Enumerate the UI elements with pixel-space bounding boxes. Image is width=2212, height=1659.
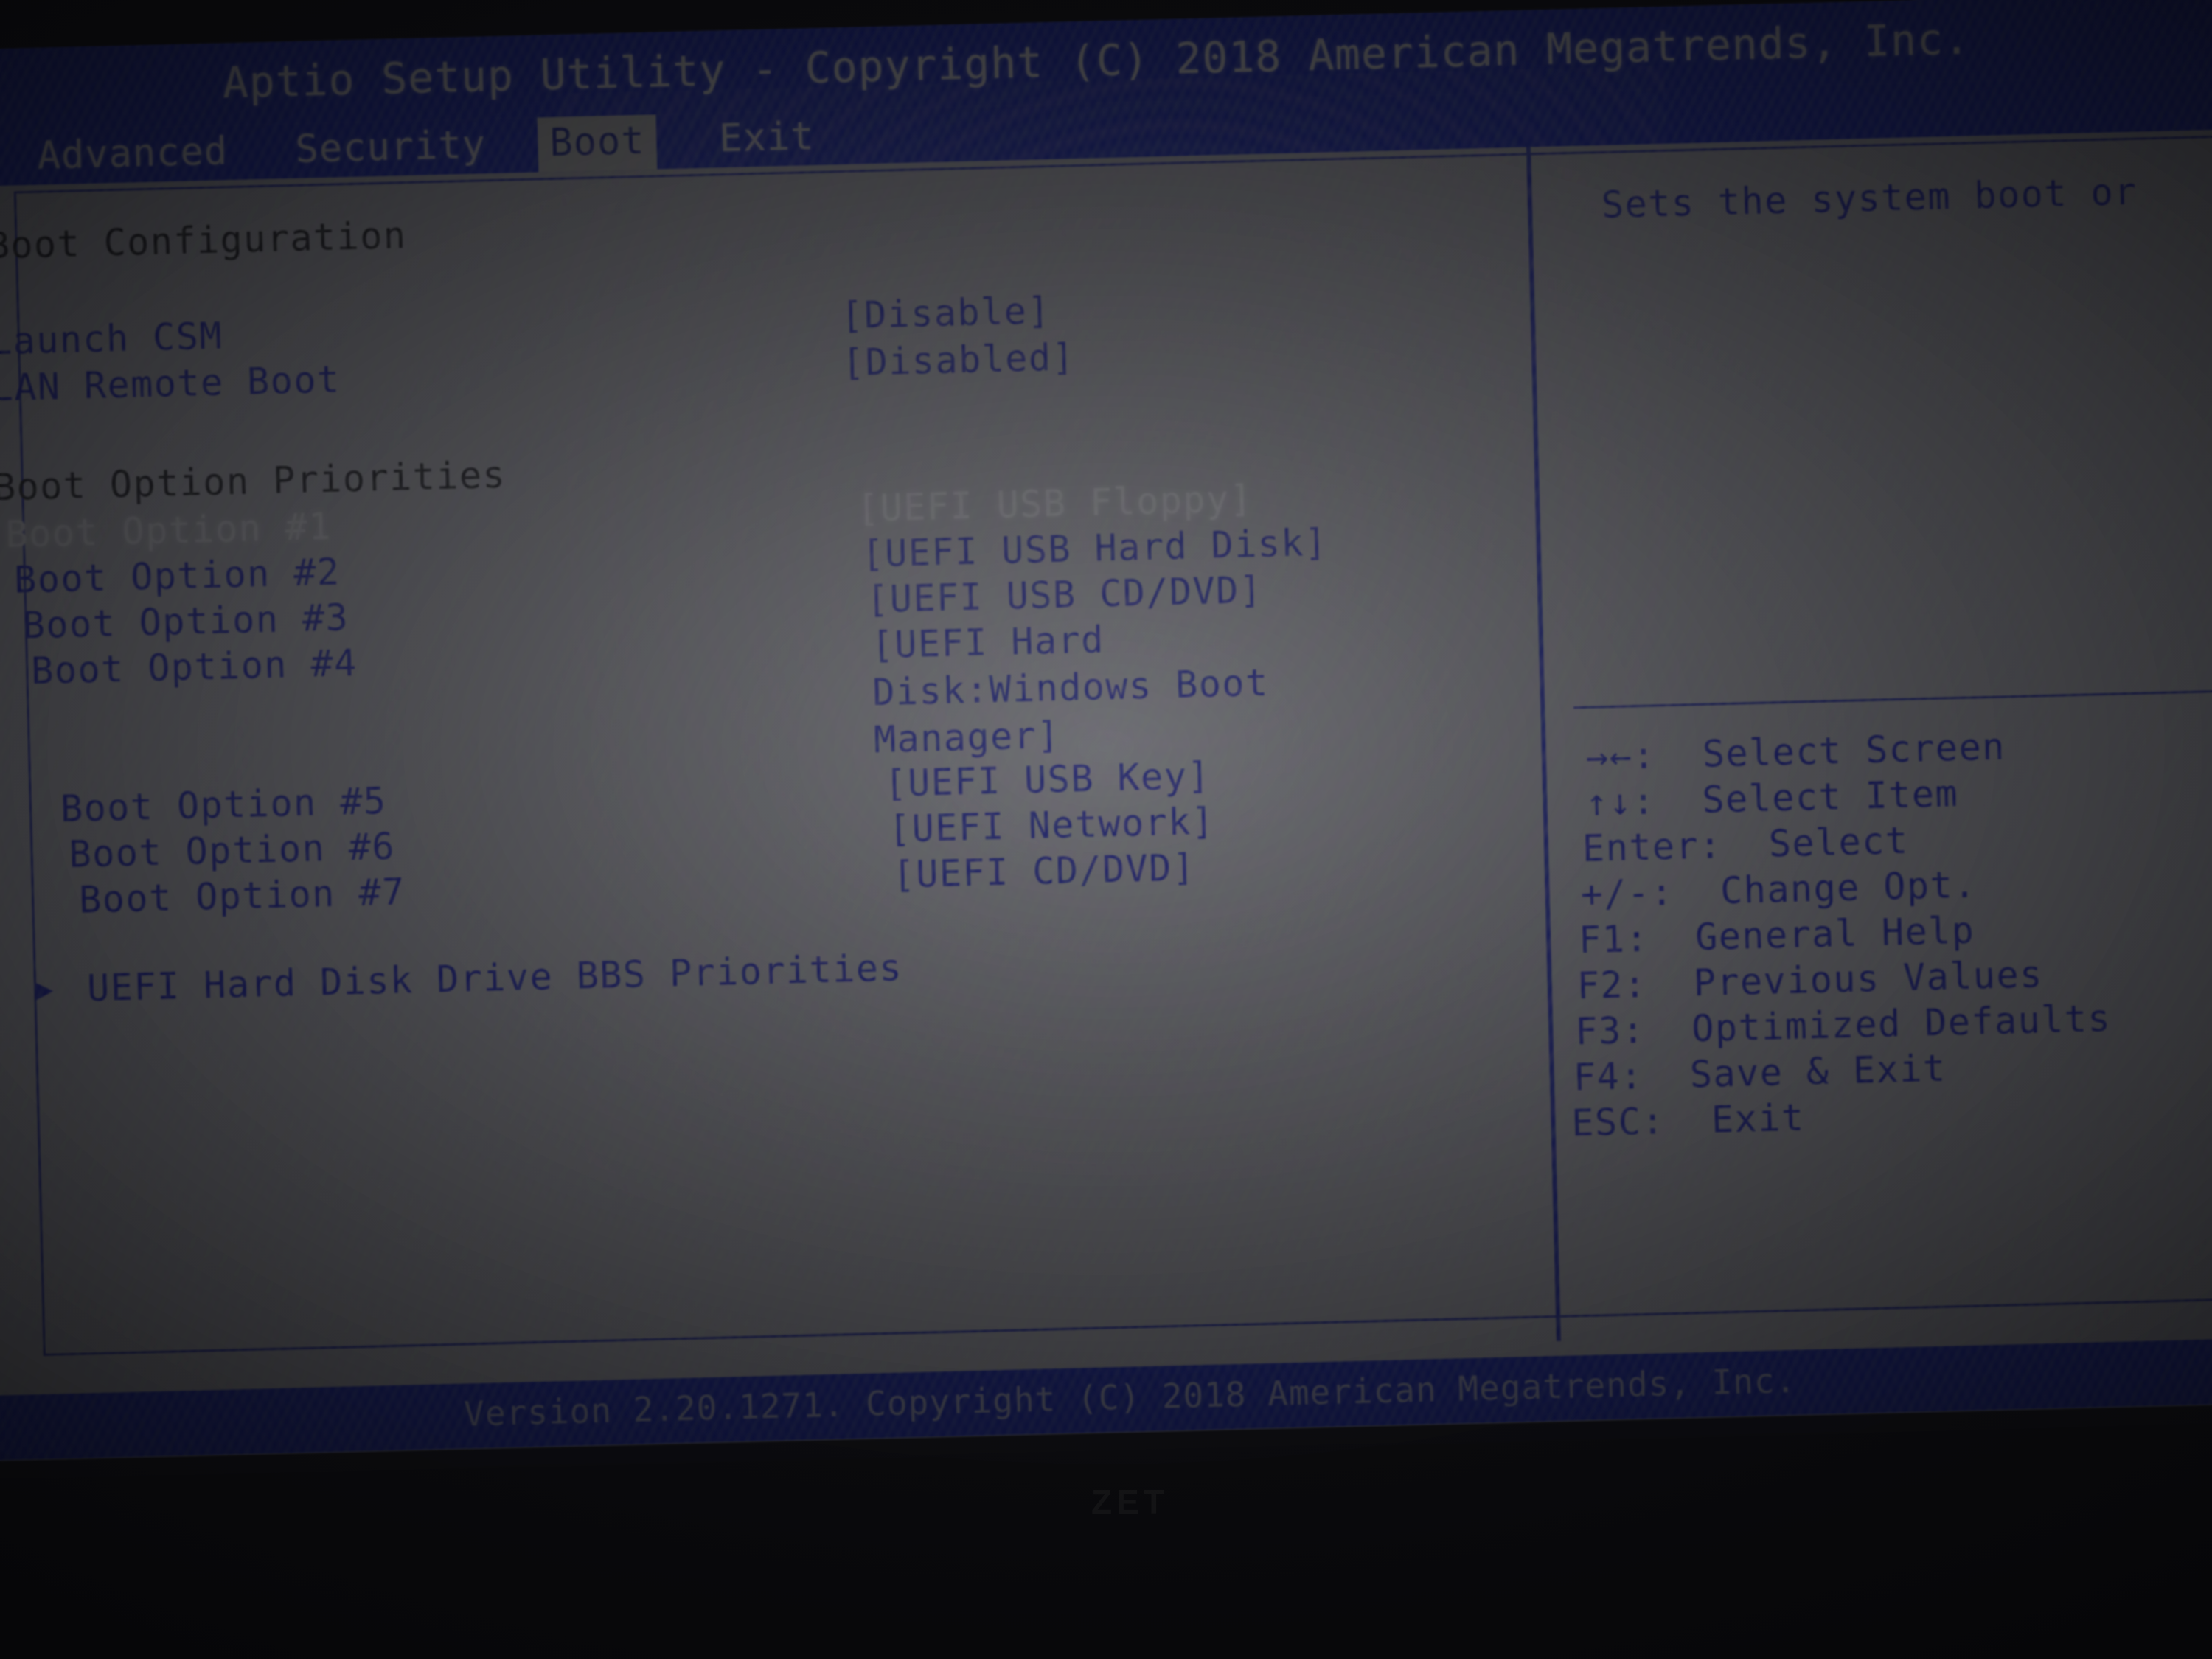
help-key-2-key: Enter: [1582,824,1723,870]
boot-option-5-value[interactable]: [UEFI USB Key] [884,754,1211,805]
help-key-5-key: F2: [1576,962,1648,1008]
help-key-3-action: Change Opt. [1719,863,1978,913]
help-key-8-action: Exit [1711,1096,1806,1141]
help-key-1-key: ↑↓: [1585,779,1657,824]
photo-of-monitor: Aptio Setup Utility - Copyright (C) 2018… [0,0,2212,1659]
setting-label-lan-remote-boot[interactable]: LAN Remote Boot [0,358,341,409]
tab-security[interactable]: Security [283,119,498,178]
help-key-5-action: Previous Values [1693,953,2044,1005]
help-key-2-action: Select [1768,818,1910,866]
help-key-enter-select: Enter: Select [1582,819,1909,870]
boot-option-6-value[interactable]: [UEFI Network] [888,800,1215,851]
help-key-4-action: General Help [1694,908,1976,959]
boot-option-4-value-line3[interactable]: Manager] [873,714,1060,761]
help-key-4-key: F1: [1578,917,1649,962]
boot-option-7-value[interactable]: [UEFI CD/DVD] [892,846,1196,896]
boot-option-1-label[interactable]: Boot Option #1 [5,505,333,556]
boot-option-2-label[interactable]: Boot Option #2 [13,550,341,601]
tab-boot[interactable]: Boot [537,114,658,173]
content-area: Boot Configuration Launch CSM [Disable] … [0,128,2212,1397]
bios-setup-screen: Aptio Setup Utility - Copyright (C) 2018… [0,0,2212,1463]
boot-option-5-label[interactable]: Boot Option #5 [60,779,387,830]
help-key-7-key: F4: [1573,1054,1644,1099]
setting-label-launch-csm[interactable]: Launch CSM [0,314,223,363]
help-key-8-key: ESC: [1571,1099,1666,1145]
help-key-esc-exit: ESC: Exit [1571,1096,1805,1144]
help-key-0-key: →←: [1585,734,1657,779]
boot-option-4-label[interactable]: Boot Option #4 [31,641,358,692]
help-key-1-action: Select Item [1701,772,1959,821]
tab-advanced[interactable]: Advanced [25,125,240,185]
setting-value-launch-csm[interactable]: [Disable] [841,289,1051,337]
submenu-arrow-icon: ▶ [35,972,54,1007]
boot-option-6-label[interactable]: Boot Option #6 [69,825,396,876]
help-key-7-action: Save & Exit [1689,1046,1947,1096]
boot-option-3-label[interactable]: Boot Option #3 [22,596,349,647]
setting-value-lan-remote-boot[interactable]: [Disabled] [841,335,1075,384]
help-key-0-action: Select Screen [1702,725,2006,776]
boot-option-4-value-line1[interactable]: [UEFI Hard [871,618,1105,667]
boot-option-7-label[interactable]: Boot Option #7 [78,870,406,921]
help-key-6-key: F3: [1574,1008,1646,1054]
tab-exit[interactable]: Exit [706,111,827,168]
tab-main[interactable]: Main [0,131,1,189]
monitor-bezel-logo: ZET [1091,1483,1169,1521]
help-key-3-key: +/-: [1579,870,1674,917]
monitor-screen: Aptio Setup Utility - Copyright (C) 2018… [0,0,2212,1481]
